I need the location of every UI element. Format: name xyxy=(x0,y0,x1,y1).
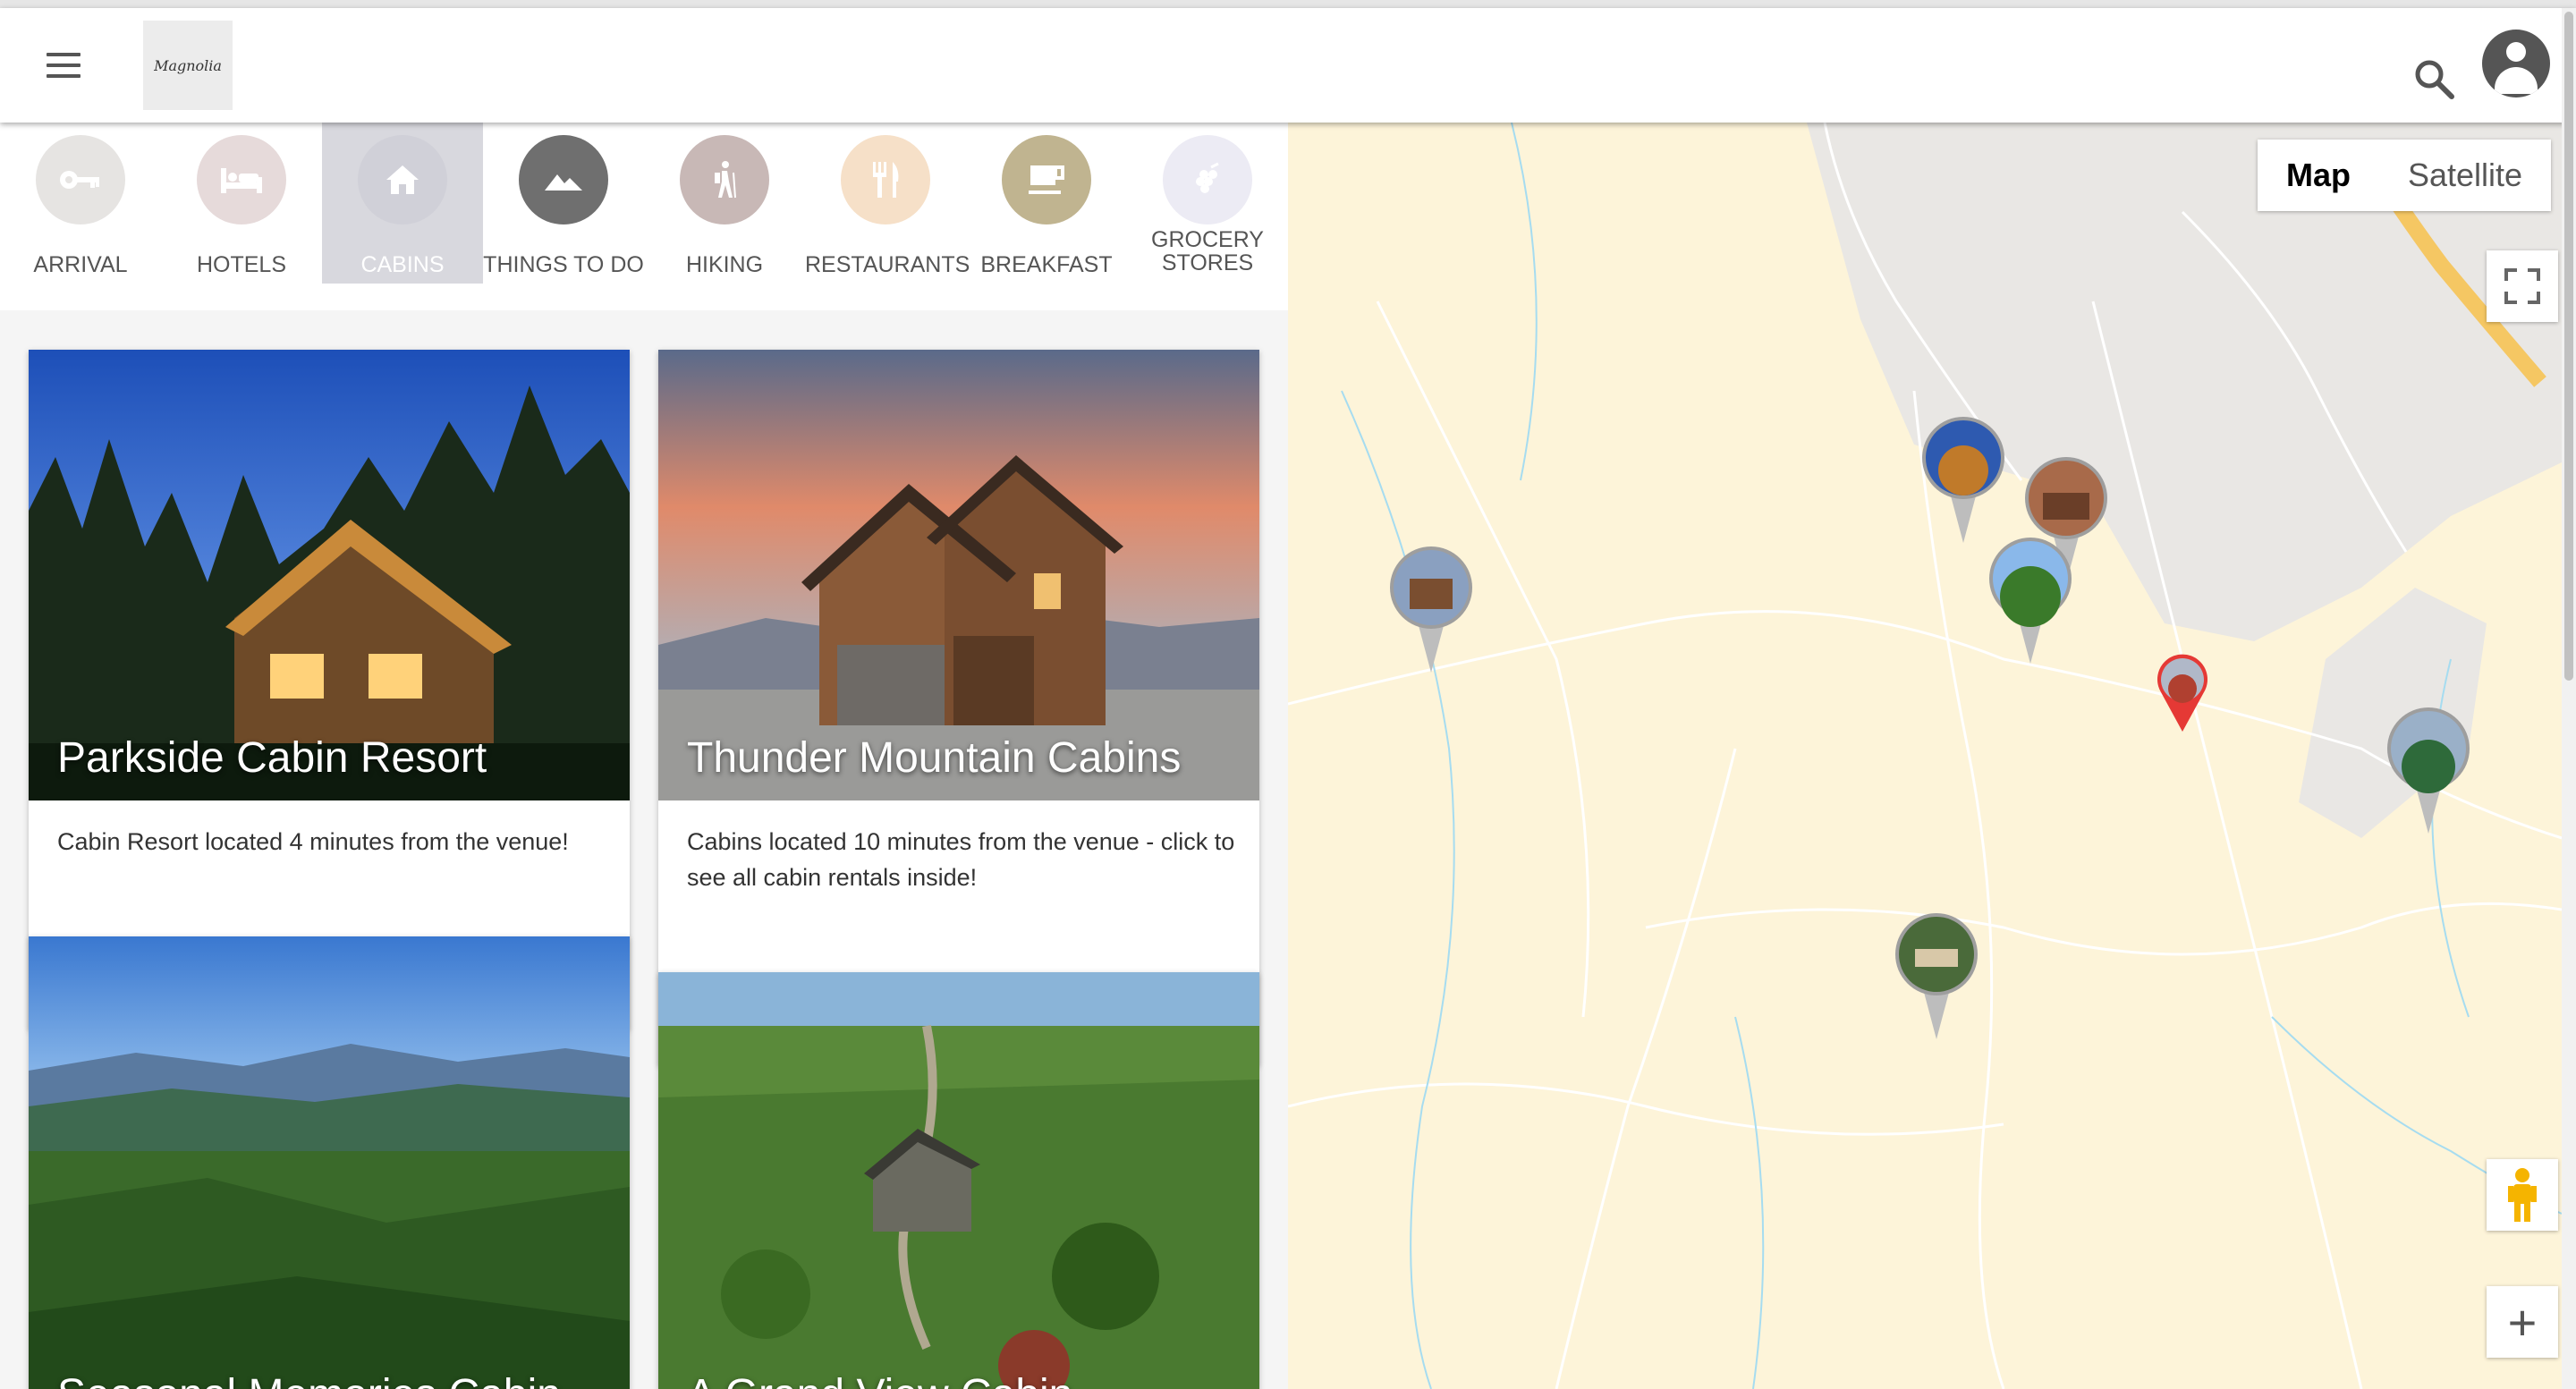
zoom-in-button[interactable]: + xyxy=(2487,1286,2558,1358)
map-type-satellite-button[interactable]: Satellite xyxy=(2379,140,2551,211)
search-icon[interactable] xyxy=(2411,56,2456,101)
category-label: THINGS TO DO xyxy=(483,252,644,277)
account-icon[interactable] xyxy=(2482,30,2550,97)
card-title: A Grand View Cabin xyxy=(687,1370,1072,1389)
map-marker-cabin-a[interactable] xyxy=(1919,413,2008,547)
map-type-toggle: Map Satellite xyxy=(2258,140,2552,211)
fullscreen-icon[interactable] xyxy=(2487,250,2558,322)
category-grocery-stores[interactable]: GROCERY STORES xyxy=(1127,123,1288,284)
category-label: BREAKFAST xyxy=(980,252,1113,277)
category-cabins[interactable]: CABINS xyxy=(322,123,483,284)
category-label: GROCERY STORES xyxy=(1151,227,1264,275)
map-marker-cabin-c[interactable] xyxy=(1986,534,2075,668)
listing-card[interactable]: A Grand View Cabin xyxy=(658,972,1259,1389)
home-icon xyxy=(358,135,447,224)
card-description: Cabin Resort located 4 minutes from the … xyxy=(57,828,569,855)
map-tiles xyxy=(1288,123,2562,1389)
listing-card[interactable]: Parkside Cabin Resort Cabin Resort locat… xyxy=(29,350,630,1029)
card-photo: Parkside Cabin Resort xyxy=(29,350,630,800)
scrollbar-thumb[interactable] xyxy=(2564,12,2573,681)
bed-icon xyxy=(197,135,286,224)
category-label: CABINS xyxy=(360,252,445,277)
map-marker-cabin-d[interactable] xyxy=(2384,704,2473,838)
category-label: ARRIVAL xyxy=(33,252,128,277)
app-header: Magnolia xyxy=(0,8,2576,123)
top-strip xyxy=(0,0,2576,8)
category-label: RESTAURANTS xyxy=(805,252,970,277)
coffee-icon xyxy=(1002,135,1091,224)
card-photo: Thunder Mountain Cabins xyxy=(658,350,1259,800)
map-view[interactable] xyxy=(1288,123,2562,1389)
menu-icon[interactable] xyxy=(47,53,80,78)
logo-text: Magnolia xyxy=(154,56,222,74)
category-things-to-do[interactable]: THINGS TO DO xyxy=(483,123,644,284)
hiker-icon xyxy=(680,135,769,224)
category-label: HOTELS xyxy=(196,252,287,277)
category-bar: ARRIVAL HOTELS CABINS THINGS TO DO HIKIN… xyxy=(0,123,1288,310)
listing-card[interactable]: Thunder Mountain Cabins Cabins located 1… xyxy=(658,350,1259,1065)
category-label: HIKING xyxy=(685,252,764,277)
category-arrival[interactable]: ARRIVAL xyxy=(0,123,161,284)
mountain-icon xyxy=(519,135,608,224)
card-photo: A Grand View Cabin xyxy=(658,972,1259,1389)
map-marker-cabin-e[interactable] xyxy=(1892,910,1981,1044)
listing-panel: ARRIVAL HOTELS CABINS THINGS TO DO HIKIN… xyxy=(0,123,1288,1389)
card-photo: Seasonal Memories Cabin xyxy=(29,936,630,1389)
brand-logo[interactable]: Magnolia xyxy=(143,21,233,110)
card-title: Parkside Cabin Resort xyxy=(57,734,487,782)
card-title: Thunder Mountain Cabins xyxy=(687,734,1182,782)
utensils-icon xyxy=(841,135,930,224)
grapes-icon xyxy=(1163,135,1252,224)
street-view-pegman-icon[interactable] xyxy=(2487,1159,2558,1231)
venue-marker-icon[interactable] xyxy=(2154,651,2211,733)
card-description: Cabins located 10 minutes from the venue… xyxy=(687,828,1235,891)
category-restaurants[interactable]: RESTAURANTS xyxy=(805,123,970,284)
listing-card[interactable]: Seasonal Memories Cabin xyxy=(29,936,630,1389)
card-title: Seasonal Memories Cabin xyxy=(57,1370,561,1389)
category-breakfast[interactable]: BREAKFAST xyxy=(966,123,1127,284)
key-icon xyxy=(36,135,125,224)
category-hotels[interactable]: HOTELS xyxy=(161,123,322,284)
page-scrollbar[interactable] xyxy=(2562,8,2576,1389)
map-type-map-button[interactable]: Map xyxy=(2258,140,2379,211)
map-marker-parkside[interactable] xyxy=(1386,543,1476,677)
category-hiking[interactable]: HIKING xyxy=(644,123,805,284)
